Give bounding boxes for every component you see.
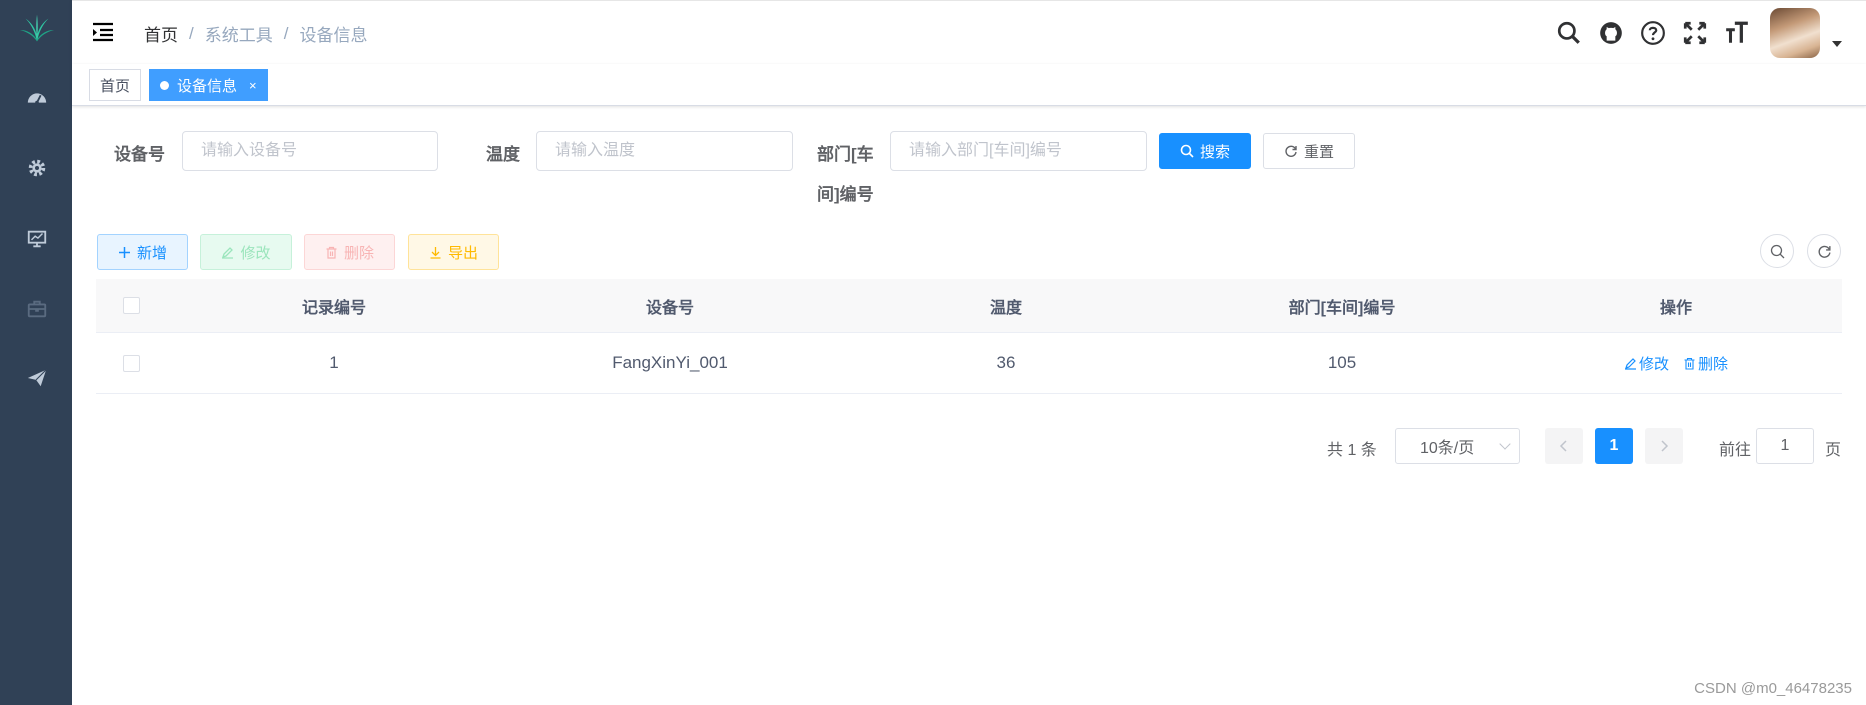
row-edit-button[interactable]: 修改 <box>1624 353 1669 374</box>
tag-label: 设备信息 <box>177 77 238 95</box>
search-icon <box>1180 144 1194 158</box>
column-header: 温度 <box>989 299 1022 317</box>
trash-icon <box>1684 357 1695 370</box>
delete-button[interactable]: 删除 <box>304 234 395 270</box>
cell-device: FangXinYi_001 <box>612 353 728 372</box>
export-button[interactable]: 导出 <box>408 234 499 270</box>
goto-page-input[interactable] <box>1756 428 1814 464</box>
breadcrumb-separator: / <box>283 23 289 43</box>
column-header: 部门[车间]编号 <box>1288 299 1396 317</box>
cell-actions: 修改 删除 <box>1510 353 1842 374</box>
search-button-label: 搜索 <box>1199 143 1230 161</box>
add-button-label: 新增 <box>136 244 167 262</box>
next-page-button[interactable] <box>1645 428 1683 464</box>
dept-label-line1: 部门[车 <box>817 145 874 164</box>
right-menu <box>1548 1 1866 65</box>
tag-label: 首页 <box>100 77 131 95</box>
refresh-button[interactable] <box>1807 234 1841 268</box>
page-suffix: 页 <box>1825 442 1842 459</box>
close-icon[interactable]: × <box>249 78 257 93</box>
page-size-value: 10条/页 <box>1420 440 1475 457</box>
download-icon <box>430 246 441 259</box>
sidebar <box>0 0 72 705</box>
app-root: 首页 / 系统工具 / 设备信息 首页 设备信息 × 设备号 请输入设备号 温度… <box>0 0 1866 705</box>
dept-input[interactable] <box>890 131 1147 171</box>
cell-record-id: 1 <box>329 353 339 372</box>
search-button[interactable]: 搜索 <box>1159 133 1251 169</box>
column-header: 记录编号 <box>301 299 366 317</box>
breadcrumb-device-info: 设备信息 <box>299 26 368 45</box>
page-number-button[interactable]: 1 <box>1595 428 1633 464</box>
reset-button[interactable]: 重置 <box>1263 133 1355 169</box>
watermark: CSDN @m0_46478235 <box>1694 680 1852 697</box>
avatar[interactable] <box>1770 8 1820 58</box>
refresh-icon <box>1285 145 1297 157</box>
data-table: 记录编号 设备号 温度 部门[车间]编号 操作 1 FangXinYi_001 … <box>96 279 1842 394</box>
prev-page-button[interactable] <box>1545 428 1583 464</box>
device-label: 设备号 <box>114 145 165 164</box>
breadcrumb-separator: / <box>189 23 194 43</box>
hamburger-icon[interactable] <box>92 21 114 43</box>
device-input[interactable] <box>182 131 438 171</box>
navbar: 首页 / 系统工具 / 设备信息 <box>72 0 1866 64</box>
font-size-icon[interactable] <box>1716 12 1758 54</box>
chevron-right-icon <box>1661 440 1669 452</box>
temp-input[interactable] <box>536 131 793 171</box>
search-icon[interactable] <box>1548 12 1590 54</box>
logo-icon[interactable] <box>18 12 56 48</box>
trash-icon <box>326 246 337 259</box>
gear-icon[interactable] <box>26 157 48 179</box>
chevron-down-icon[interactable] <box>1832 41 1842 47</box>
pagination-total: 共 1 条 <box>1327 442 1377 459</box>
edit-icon <box>222 246 234 259</box>
dashboard-icon[interactable] <box>26 87 48 109</box>
chevron-down-icon <box>1499 438 1511 450</box>
page-size-select[interactable]: 10条/页 <box>1395 428 1520 464</box>
export-button-label: 导出 <box>447 244 478 262</box>
breadcrumb: 首页 / 系统工具 / 设备信息 <box>144 21 367 46</box>
active-dot-icon <box>160 80 169 90</box>
table-row: 1 FangXinYi_001 36 105 修改 删除 <box>96 333 1842 394</box>
tags-view: 首页 设备信息 × <box>72 64 1866 106</box>
breadcrumb-home[interactable]: 首页 <box>144 21 178 46</box>
delete-button-label: 删除 <box>343 244 374 262</box>
reset-button-label: 重置 <box>1303 143 1334 161</box>
search-icon <box>1770 244 1784 258</box>
fullscreen-icon[interactable] <box>1674 12 1716 54</box>
cell-dept: 105 <box>1327 353 1357 372</box>
tag-home[interactable]: 首页 <box>89 69 142 101</box>
plus-icon <box>118 246 130 258</box>
add-button[interactable]: 新增 <box>97 234 188 270</box>
tag-device-info[interactable]: 设备信息 × <box>149 69 268 101</box>
edit-button[interactable]: 修改 <box>200 234 292 270</box>
goto-label: 前往 <box>1719 442 1752 459</box>
column-header: 操作 <box>1659 299 1692 317</box>
refresh-icon <box>1818 245 1831 258</box>
table-header: 记录编号 设备号 温度 部门[车间]编号 操作 <box>96 279 1842 333</box>
paper-plane-icon[interactable] <box>26 367 48 389</box>
row-delete-button[interactable]: 删除 <box>1683 353 1728 374</box>
cell-temperature: 36 <box>996 353 1016 372</box>
row-checkbox-cell <box>96 354 166 372</box>
edit-icon <box>1624 357 1636 370</box>
row-edit-label: 修改 <box>1638 355 1669 373</box>
edit-button-label: 修改 <box>240 244 271 262</box>
breadcrumb-system-tools: 系统工具 <box>204 26 273 45</box>
dept-label-line2: 间]编号 <box>817 185 874 204</box>
question-icon[interactable] <box>1632 12 1674 54</box>
monitor-icon[interactable] <box>26 228 48 250</box>
header-checkbox-cell <box>96 297 166 314</box>
row-checkbox[interactable] <box>122 354 140 372</box>
toggle-search-button[interactable] <box>1760 234 1794 268</box>
chevron-left-icon <box>1559 440 1567 452</box>
toolbox-icon[interactable] <box>26 298 48 320</box>
row-delete-label: 删除 <box>1698 355 1729 373</box>
temp-label: 温度 <box>486 145 520 164</box>
github-icon[interactable] <box>1590 12 1632 54</box>
column-header: 设备号 <box>645 299 694 317</box>
select-all-checkbox[interactable] <box>122 297 140 314</box>
